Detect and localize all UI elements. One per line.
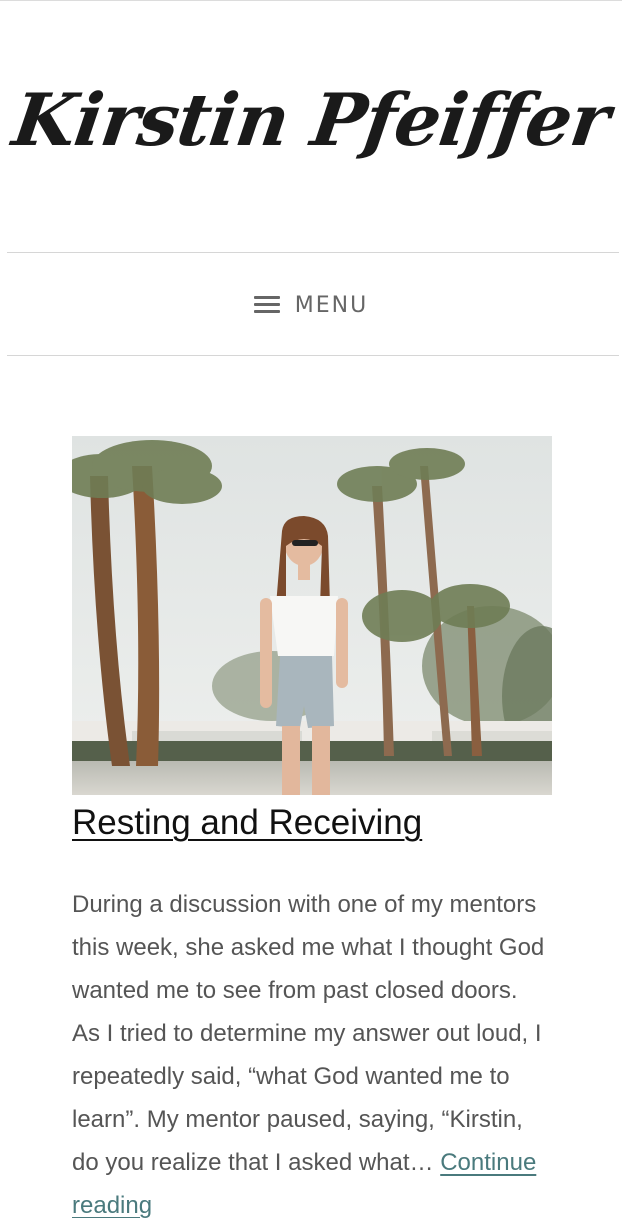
excerpt-line: do you realize that I asked what… bbox=[72, 1149, 434, 1176]
excerpt-line: repeatedly said, “what God wanted me to bbox=[72, 1063, 510, 1090]
excerpt-line: wanted me to see from past closed doors. bbox=[72, 977, 518, 1004]
header-divider-top bbox=[7, 252, 619, 253]
excerpt-line: this week, she asked me what I thought G… bbox=[72, 934, 545, 961]
reading-label: reading bbox=[72, 1192, 153, 1218]
header-divider-bottom bbox=[7, 355, 619, 356]
excerpt-line: learn”. My mentor paused, saying, “Kirst… bbox=[72, 1106, 523, 1133]
excerpt-line: As I tried to determine my answer out lo… bbox=[72, 1020, 542, 1047]
top-border bbox=[0, 0, 622, 1]
excerpt-line: During a discussion with one of my mento… bbox=[72, 891, 537, 918]
continue-label: Continue bbox=[440, 1149, 537, 1176]
post-excerpt: During a discussion with one of my mento… bbox=[72, 883, 568, 1218]
menu-label: MENU bbox=[294, 292, 369, 318]
site-title[interactable]: Kirstin Pfeiffer bbox=[0, 60, 622, 180]
post-title-link[interactable]: Resting and Receiving bbox=[72, 800, 592, 846]
hamburger-icon bbox=[253, 295, 280, 315]
menu-toggle-button[interactable]: MENU bbox=[0, 283, 622, 327]
featured-image[interactable] bbox=[72, 436, 552, 795]
